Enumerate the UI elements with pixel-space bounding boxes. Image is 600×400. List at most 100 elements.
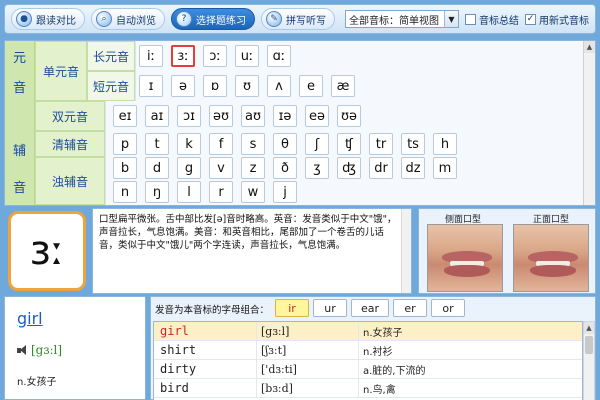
list-item[interactable]: shirt [ʃɜːt] n.衬衫 bbox=[154, 341, 582, 360]
chevron-down-icon[interactable]: ▼ bbox=[444, 11, 458, 27]
scroll-up-icon[interactable]: ▲ bbox=[584, 322, 594, 334]
phoneme-cell[interactable]: aʊ bbox=[241, 105, 265, 127]
vowel-char-2: 音 bbox=[12, 80, 26, 96]
phoneme-cell[interactable]: ɔɪ bbox=[177, 105, 201, 127]
phoneme-cell[interactable]: eə bbox=[305, 105, 329, 127]
phoneme-cell[interactable]: z bbox=[241, 157, 265, 179]
phoneme-cell[interactable]: uː bbox=[235, 45, 259, 67]
consonant-category: 辅 音 bbox=[5, 131, 35, 205]
phoneme-cell[interactable]: ʒ bbox=[305, 157, 329, 179]
phoneme-cell[interactable]: n bbox=[113, 181, 137, 203]
phoneme-cell[interactable]: p bbox=[113, 133, 137, 155]
phoneme-cell[interactable]: k bbox=[177, 133, 201, 155]
view-select[interactable]: 全部音标：简单视图 ▼ bbox=[345, 10, 459, 28]
consonant-char-1: 辅 bbox=[12, 144, 26, 159]
phoneme-cell[interactable]: aɪ bbox=[145, 105, 169, 127]
phoneme-cell[interactable]: ə bbox=[171, 75, 195, 97]
checkbox-box-checked[interactable]: ✓ bbox=[525, 13, 536, 25]
phoneme-cell[interactable]: ʃ bbox=[305, 133, 329, 155]
phoneme-cell[interactable]: iː bbox=[139, 45, 163, 67]
toolbar: ● 跟读对比 ⌕ 自动浏览 ? 选择题练习 ✎ 拼写听写 全部音标：简单视图 ▼… bbox=[4, 4, 596, 34]
list-item[interactable]: bird [bɜːd] n.鸟,禽 bbox=[154, 379, 582, 398]
phoneme-cell[interactable]: æ bbox=[331, 75, 355, 97]
phoneme-cell[interactable]: w bbox=[241, 181, 265, 203]
quiz-button[interactable]: ? 选择题练习 bbox=[171, 8, 255, 30]
table-scrollbar[interactable]: ▲ bbox=[583, 41, 595, 205]
phoneme-cell[interactable]: eɪ bbox=[113, 105, 137, 127]
phoneme-cell[interactable]: dr bbox=[369, 157, 393, 179]
phoneme-cell[interactable]: h bbox=[433, 133, 457, 155]
monophthong-label: 单元音 bbox=[35, 41, 87, 101]
phoneme-cell[interactable]: ts bbox=[401, 133, 425, 155]
phoneme-cell[interactable]: m bbox=[433, 157, 457, 179]
vowel-category: 元 音 bbox=[5, 41, 35, 101]
combo-tab-ir[interactable]: ir bbox=[275, 299, 309, 317]
phoneme-cell[interactable]: r bbox=[209, 181, 233, 203]
phoneme-cell[interactable]: θ bbox=[273, 133, 297, 155]
long-vowel-label: 长元音 bbox=[87, 41, 135, 71]
phoneme-cell-selected[interactable]: ɜː bbox=[171, 45, 195, 67]
phoneme-cell[interactable]: ð bbox=[273, 157, 297, 179]
scroll-thumb[interactable] bbox=[585, 336, 593, 354]
phoneme-cell[interactable]: f bbox=[209, 133, 233, 155]
view-select-value: 全部音标：简单视图 bbox=[349, 15, 439, 27]
speaker-icon[interactable] bbox=[17, 344, 28, 356]
list-scrollbar[interactable]: ▲ bbox=[583, 321, 595, 400]
list-word: shirt bbox=[160, 343, 197, 357]
magnifier-icon: ⌕ bbox=[96, 11, 112, 27]
dictation-button[interactable]: ✎ 拼写听写 bbox=[261, 8, 335, 30]
example-word[interactable]: girl bbox=[17, 309, 43, 328]
phoneme-cell[interactable]: ʊə bbox=[337, 105, 361, 127]
phoneme-cell[interactable]: ɑː bbox=[267, 45, 291, 67]
phoneme-cell[interactable]: ʌ bbox=[267, 75, 291, 97]
description-scrollbar[interactable] bbox=[401, 209, 411, 293]
record-icon: ● bbox=[16, 11, 32, 27]
dictation-label: 拼写听写 bbox=[286, 15, 326, 27]
phoneme-cell[interactable]: ʤ bbox=[337, 157, 361, 179]
lower-lip bbox=[530, 265, 576, 277]
summary-checkbox[interactable]: 音标总结 bbox=[465, 12, 519, 27]
phoneme-cell[interactable]: v bbox=[209, 157, 233, 179]
phoneme-cell[interactable]: t bbox=[145, 133, 169, 155]
phoneme-cell[interactable]: ɪə bbox=[273, 105, 297, 127]
phoneme-cell[interactable]: l bbox=[177, 181, 201, 203]
phoneme-cell[interactable]: ɔː bbox=[203, 45, 227, 67]
phoneme-cell[interactable]: ɒ bbox=[203, 75, 227, 97]
phoneme-cell[interactable]: əʊ bbox=[209, 105, 233, 127]
list-item[interactable]: dirty ['dɜːti] a.脏的,下流的 bbox=[154, 360, 582, 379]
auto-browse-button[interactable]: ⌕ 自动浏览 bbox=[91, 8, 165, 30]
scroll-up-icon[interactable]: ▲ bbox=[584, 41, 595, 53]
list-phonetic: [ʃɜːt] bbox=[256, 341, 358, 359]
quiz-icon: ? bbox=[176, 11, 192, 27]
combo-tab-er[interactable]: er bbox=[393, 299, 427, 317]
phoneme-cell[interactable]: e bbox=[299, 75, 323, 97]
follow-compare-button[interactable]: ● 跟读对比 bbox=[11, 8, 85, 30]
phoneme-cell[interactable]: b bbox=[113, 157, 137, 179]
list-item[interactable]: girl [gɜːl] n.女孩子 bbox=[154, 322, 582, 341]
phoneme-cell[interactable]: ɪ bbox=[139, 75, 163, 97]
phoneme-cell[interactable]: ŋ bbox=[145, 181, 169, 203]
new-symbols-checkbox[interactable]: ✓ 用新式音标 bbox=[525, 12, 589, 27]
new-symbols-checkbox-label: 用新式音标 bbox=[539, 15, 589, 27]
follow-compare-label: 跟读对比 bbox=[36, 15, 76, 27]
phoneme-cell[interactable]: tr bbox=[369, 133, 393, 155]
word-pronunciation[interactable]: [gɜːl] bbox=[17, 343, 62, 357]
phoneme-cell[interactable]: d bbox=[145, 157, 169, 179]
phoneme-cell[interactable]: j bbox=[273, 181, 297, 203]
combo-tab-ur[interactable]: ur bbox=[313, 299, 347, 317]
voiced-label: 浊辅音 bbox=[35, 157, 105, 205]
phoneme-cell[interactable]: g bbox=[177, 157, 201, 179]
mouth-shape-panel: 侧面口型 正面口型 bbox=[418, 208, 596, 294]
checkbox-box[interactable] bbox=[465, 13, 476, 25]
app-window: ● 跟读对比 ⌕ 自动浏览 ? 选择题练习 ✎ 拼写听写 全部音标：简单视图 ▼… bbox=[0, 0, 600, 400]
list-meaning: a.脏的,下流的 bbox=[358, 360, 582, 378]
phoneme-cell[interactable]: dz bbox=[401, 157, 425, 179]
combo-tab-ear[interactable]: ear bbox=[351, 299, 389, 317]
phoneme-cell[interactable]: ʊ bbox=[235, 75, 259, 97]
phoneme-cell[interactable]: ʧ bbox=[337, 133, 361, 155]
combo-tab-or[interactable]: or bbox=[431, 299, 465, 317]
list-phonetic: ['dɜːti] bbox=[256, 360, 358, 378]
list-meaning: n.鸟,禽 bbox=[358, 379, 582, 397]
phoneme-cell[interactable]: s bbox=[241, 133, 265, 155]
consonant-char-2: 音 bbox=[12, 181, 26, 196]
